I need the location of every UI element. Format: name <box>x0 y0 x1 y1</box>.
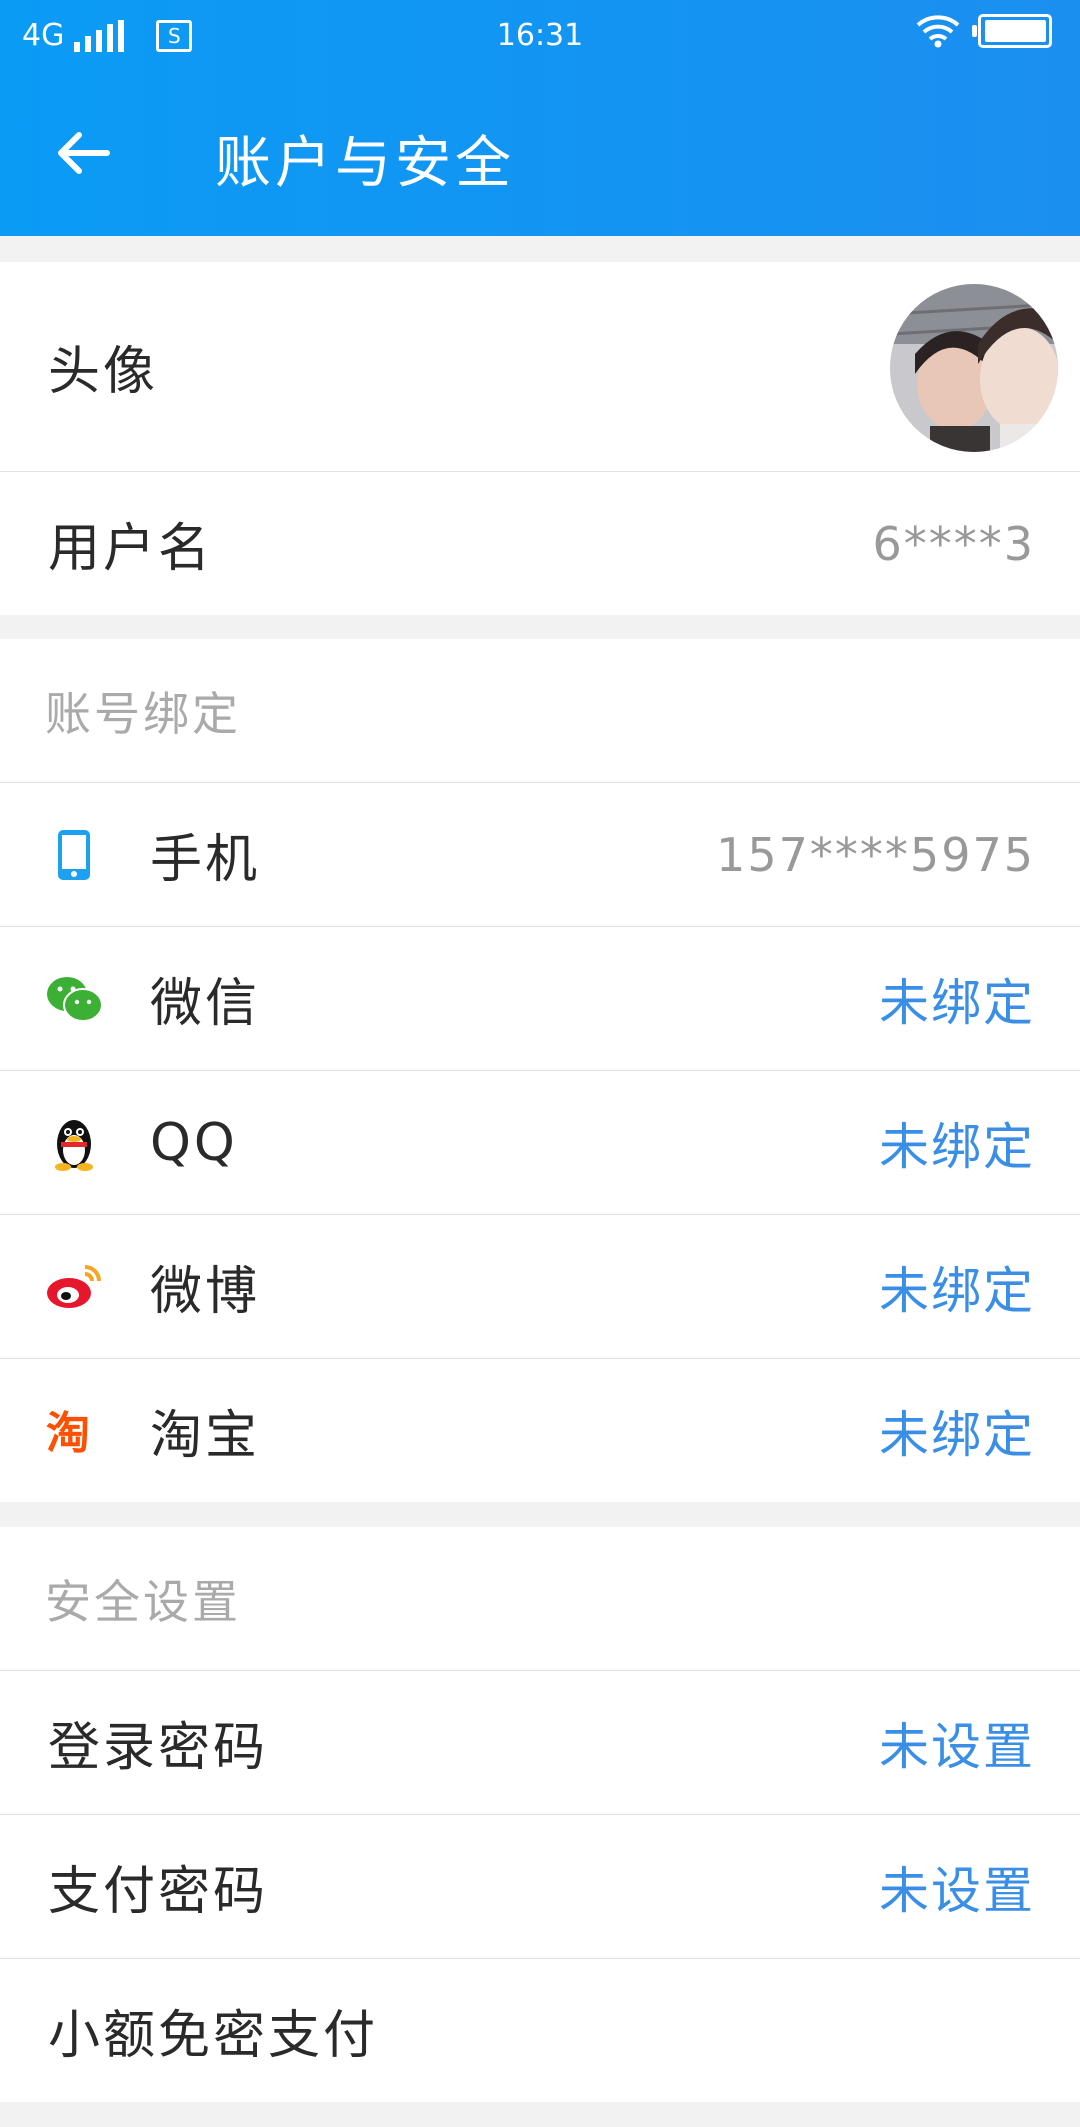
taobao-icon: 淘 <box>45 1402 103 1460</box>
username-row: 用户名 6****3 <box>0 472 1080 615</box>
login-password-label: 登录密码 <box>48 1718 269 1778</box>
binding-label-wechat: 微信 <box>150 974 261 1034</box>
phone-icon <box>45 826 103 884</box>
svg-text:淘: 淘 <box>46 1408 90 1454</box>
avatar-row[interactable]: 头像 <box>0 262 1080 472</box>
avatar-label: 头像 <box>48 342 159 402</box>
binding-label-weibo: 微博 <box>150 1262 261 1322</box>
payment-password-row[interactable]: 支付密码 未设置 <box>0 1815 1080 1959</box>
login-password-status[interactable]: 未设置 <box>879 1707 1035 1779</box>
binding-value-phone: 157****5975 <box>716 827 1035 882</box>
battery-icon <box>972 14 1052 48</box>
wechat-icon <box>45 970 103 1028</box>
binding-section-header: 账号绑定 <box>0 639 1080 783</box>
binding-status-taobao[interactable]: 未绑定 <box>879 1395 1035 1467</box>
username-value: 6****3 <box>872 516 1035 571</box>
small-amount-passwordless-row[interactable]: 小额免密支付 <box>0 1959 1080 2102</box>
binding-row-wechat[interactable]: 微信 未绑定 <box>0 927 1080 1071</box>
binding-row-phone[interactable]: 手机 157****5975 <box>0 783 1080 927</box>
status-bar: 4G S 16:31 <box>0 0 1080 70</box>
profile-section: 头像 用户名 6****3 <box>0 262 1080 615</box>
avatar[interactable] <box>890 284 1058 452</box>
binding-row-taobao[interactable]: 淘 淘宝 未绑定 <box>0 1359 1080 1502</box>
payment-password-status[interactable]: 未设置 <box>879 1851 1035 1923</box>
payment-password-label: 支付密码 <box>48 1862 269 1922</box>
binding-status-qq[interactable]: 未绑定 <box>879 1107 1035 1179</box>
security-section-header: 安全设置 <box>0 1527 1080 1671</box>
binding-row-weibo[interactable]: 微博 未绑定 <box>0 1215 1080 1359</box>
wifi-icon <box>916 15 960 48</box>
binding-row-qq[interactable]: QQ 未绑定 <box>0 1071 1080 1215</box>
security-settings-section: 安全设置 登录密码 未设置 支付密码 未设置 小额免密支付 <box>0 1527 1080 2102</box>
binding-label-taobao: 淘宝 <box>150 1406 261 1466</box>
binding-status-wechat[interactable]: 未绑定 <box>879 963 1035 1035</box>
avatar-photo <box>890 284 1058 452</box>
username-label: 用户名 <box>48 519 214 579</box>
small-amount-passwordless-label: 小额免密支付 <box>48 2006 379 2066</box>
app-bar: 4G S 16:31 账户与安全 <box>0 0 1080 236</box>
account-binding-section: 账号绑定 手机 157****5975 微信 未绑定 QQ 未绑定 微博 未绑定… <box>0 639 1080 1502</box>
page-title: 账户与安全 <box>215 131 515 196</box>
back-button[interactable] <box>48 118 118 188</box>
binding-label-qq: QQ <box>150 1112 238 1173</box>
login-password-row[interactable]: 登录密码 未设置 <box>0 1671 1080 1815</box>
binding-label-phone: 手机 <box>150 830 261 890</box>
qq-icon <box>45 1114 103 1172</box>
weibo-icon <box>45 1258 103 1316</box>
back-arrow-icon <box>58 132 110 174</box>
binding-status-weibo[interactable]: 未绑定 <box>879 1251 1035 1323</box>
